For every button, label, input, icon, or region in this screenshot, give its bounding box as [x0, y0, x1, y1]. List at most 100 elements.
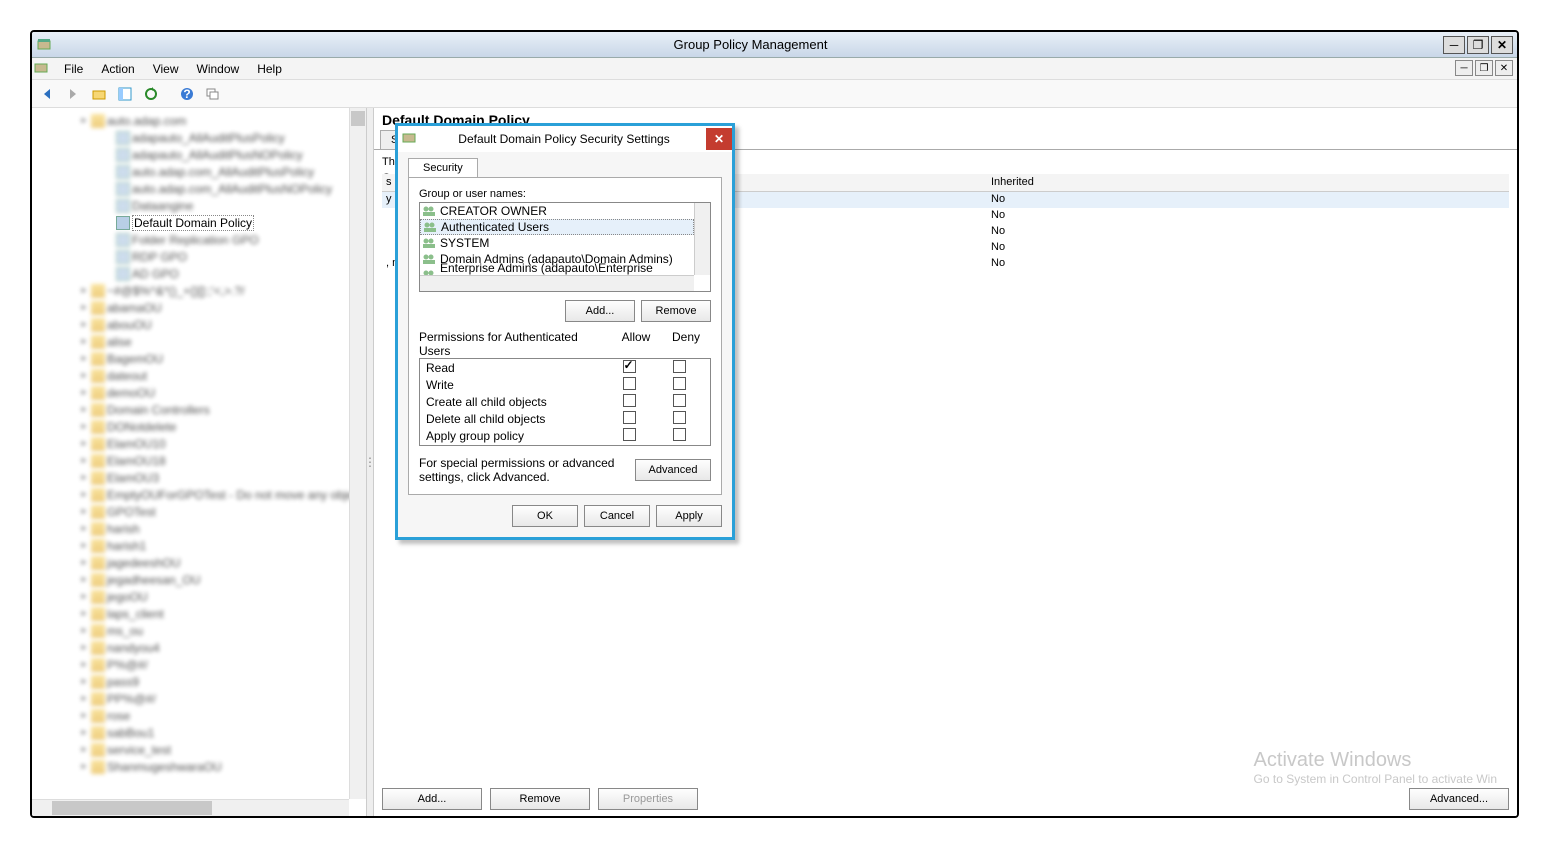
list-item[interactable]: SYSTEM	[420, 235, 694, 251]
tree-node[interactable]: Folder Replication GPO	[34, 231, 364, 248]
tree-node-label[interactable]: Dataangine	[132, 199, 193, 213]
maximize-button[interactable]: ❐	[1467, 36, 1489, 54]
list-item[interactable]: Authenticated Users	[420, 219, 694, 235]
expand-icon[interactable]: ▸	[79, 319, 89, 330]
expand-icon[interactable]: ▸	[79, 761, 89, 772]
tree-node[interactable]: ▸ harish1	[34, 537, 364, 554]
forward-button[interactable]	[62, 83, 84, 105]
expand-icon[interactable]: ▸	[79, 353, 89, 364]
expand-icon[interactable]: ▸	[79, 472, 89, 483]
tree-node[interactable]: ▸P%@#/	[34, 656, 364, 673]
tree-node-label[interactable]: GPOTest	[107, 505, 156, 519]
tree-node-label[interactable]: ElamOU3	[107, 471, 159, 485]
expand-icon[interactable]: ▸	[79, 438, 89, 449]
dialog-cancel-button[interactable]: Cancel	[584, 505, 650, 527]
tree-node-label[interactable]: jegadheesan_OU	[107, 573, 200, 587]
help-button[interactable]: ?	[176, 83, 198, 105]
allow-checkbox[interactable]	[623, 360, 636, 373]
tree-node-label[interactable]: auto.adap.com_AllAuditPlusPolicy	[132, 165, 314, 179]
dialog-advanced-button[interactable]: Advanced	[635, 459, 711, 481]
tree-node[interactable]: RDP GPO	[34, 248, 364, 265]
allow-checkbox[interactable]	[623, 411, 636, 424]
tree-node-label[interactable]: Default Domain Policy	[132, 215, 254, 231]
tree-node[interactable]: AD GPO	[34, 265, 364, 282]
expand-icon[interactable]: ▸	[79, 336, 89, 347]
tree-node-label[interactable]: alise	[107, 335, 132, 349]
menu-view[interactable]: View	[145, 60, 187, 78]
allow-checkbox[interactable]	[623, 377, 636, 390]
dialog-tab-security[interactable]: Security	[408, 158, 478, 177]
tree-node[interactable]: ▸ auto.adap.com	[34, 112, 364, 129]
tree-node[interactable]: ▸pass9	[34, 673, 364, 690]
add-button[interactable]: Add...	[382, 788, 482, 810]
tree-node[interactable]: ▸demoOU	[34, 384, 364, 401]
expand-icon[interactable]: ▸	[79, 659, 89, 670]
tree-node-label[interactable]: ms_ou	[107, 624, 143, 638]
tree-node-label[interactable]: EmptyOUForGPOTest - Do not move any obje	[107, 488, 353, 502]
tree-node[interactable]: ▸Domain Controllers	[34, 401, 364, 418]
expand-icon[interactable]: ▸	[79, 115, 89, 126]
tree-node[interactable]: ▸ ShanmugeshwaraOU	[34, 758, 364, 775]
grid-header-inherited[interactable]: Inherited	[987, 174, 1067, 191]
tree-node-label[interactable]: auto.adap.com	[107, 114, 186, 128]
tree-node-label[interactable]: ShanmugeshwaraOU	[107, 760, 222, 774]
tree-node-label[interactable]: PP%@#/	[107, 692, 156, 706]
expand-icon[interactable]: ▸	[79, 302, 89, 313]
tree-hscrollbar[interactable]	[32, 799, 349, 816]
tree-node[interactable]: ▸rose	[34, 707, 364, 724]
dialog-remove-button[interactable]: Remove	[641, 300, 711, 322]
close-button[interactable]: ✕	[1491, 36, 1513, 54]
menu-action[interactable]: Action	[93, 60, 142, 78]
tree-node-label[interactable]: nandyou4	[107, 641, 160, 655]
tree-node[interactable]: ▸ jagedeeshOU	[34, 554, 364, 571]
tree-node-label[interactable]: service_test	[107, 743, 171, 757]
remove-button[interactable]: Remove	[490, 788, 590, 810]
expand-icon[interactable]: ▸	[79, 608, 89, 619]
tree-node-label[interactable]: jagedeeshOU	[107, 556, 180, 570]
expand-icon[interactable]: ▸	[79, 523, 89, 534]
tree-node[interactable]: ▸ PP%@#/	[34, 690, 364, 707]
deny-checkbox[interactable]	[673, 411, 686, 424]
mdi-restore[interactable]: ❐	[1475, 60, 1493, 76]
expand-icon[interactable]: ▸	[79, 574, 89, 585]
dialog-close-button[interactable]: ✕	[706, 128, 732, 150]
deny-checkbox[interactable]	[673, 360, 686, 373]
expand-icon[interactable]: ▸	[79, 540, 89, 551]
expand-icon[interactable]: ▸	[79, 557, 89, 568]
tree-node-label[interactable]: ElamOU18	[107, 454, 166, 468]
tree-node-label[interactable]: abamaOU	[107, 301, 162, 315]
expand-icon[interactable]: ▸	[79, 370, 89, 381]
tree-node[interactable]: ▸EmptyOUForGPOTest - Do not move any obj…	[34, 486, 364, 503]
tree-node[interactable]: ▸ElamOU10	[34, 435, 364, 452]
tree-node-label[interactable]: adapauto_AllAuditPlusNOPolicy	[132, 148, 303, 162]
tree-node[interactable]: ▸ ElamOU3	[34, 469, 364, 486]
expand-icon[interactable]: ▸	[79, 710, 89, 721]
tree-node[interactable]: ▸ nandyou4	[34, 639, 364, 656]
allow-checkbox[interactable]	[623, 428, 636, 441]
tree-node[interactable]: adapauto_AllAuditPlusNOPolicy	[34, 146, 364, 163]
tree-node-label[interactable]: auto.adap.com_AllAuditPlusNOPolicy	[132, 182, 332, 196]
mdi-close[interactable]: ✕	[1495, 60, 1513, 76]
show-hide-tree-button[interactable]	[114, 83, 136, 105]
tree-node[interactable]: Default Domain Policy	[34, 214, 364, 231]
tree-node-label[interactable]: sabBou1	[107, 726, 154, 740]
tree-vscrollbar[interactable]	[349, 108, 366, 799]
tree-node[interactable]: ▸laps_client	[34, 605, 364, 622]
tree-node[interactable]: ▸ElamOU18	[34, 452, 364, 469]
tree-node-label[interactable]: Folder Replication GPO	[132, 233, 259, 247]
tree-node-label[interactable]: harish1	[107, 539, 146, 553]
expand-icon[interactable]: ▸	[79, 591, 89, 602]
expand-icon[interactable]: ▸	[79, 642, 89, 653]
tree-node[interactable]: ▸jegoOU	[34, 588, 364, 605]
expand-icon[interactable]: ▸	[79, 625, 89, 636]
back-button[interactable]	[36, 83, 58, 105]
deny-checkbox[interactable]	[673, 394, 686, 407]
listbox-hscroll[interactable]	[420, 275, 694, 291]
window-list-button[interactable]	[202, 83, 224, 105]
expand-icon[interactable]: ▸	[79, 421, 89, 432]
expand-icon[interactable]: ▸	[79, 676, 89, 687]
deny-checkbox[interactable]	[673, 377, 686, 390]
expand-icon[interactable]: ▸	[79, 693, 89, 704]
tree-node[interactable]: adapauto_AllAuditPlusPolicy	[34, 129, 364, 146]
allow-checkbox[interactable]	[623, 394, 636, 407]
